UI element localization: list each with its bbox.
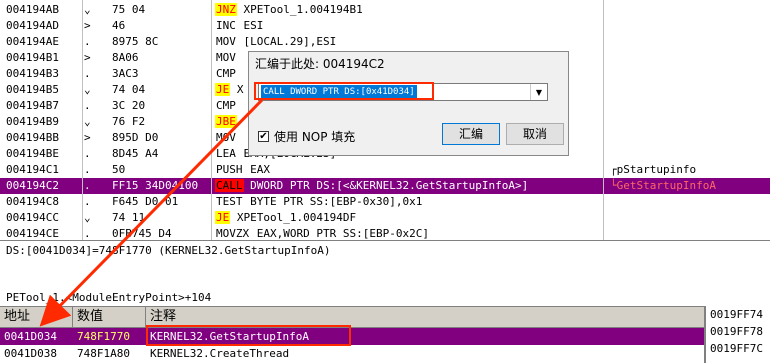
annotation-arrow <box>39 98 264 327</box>
